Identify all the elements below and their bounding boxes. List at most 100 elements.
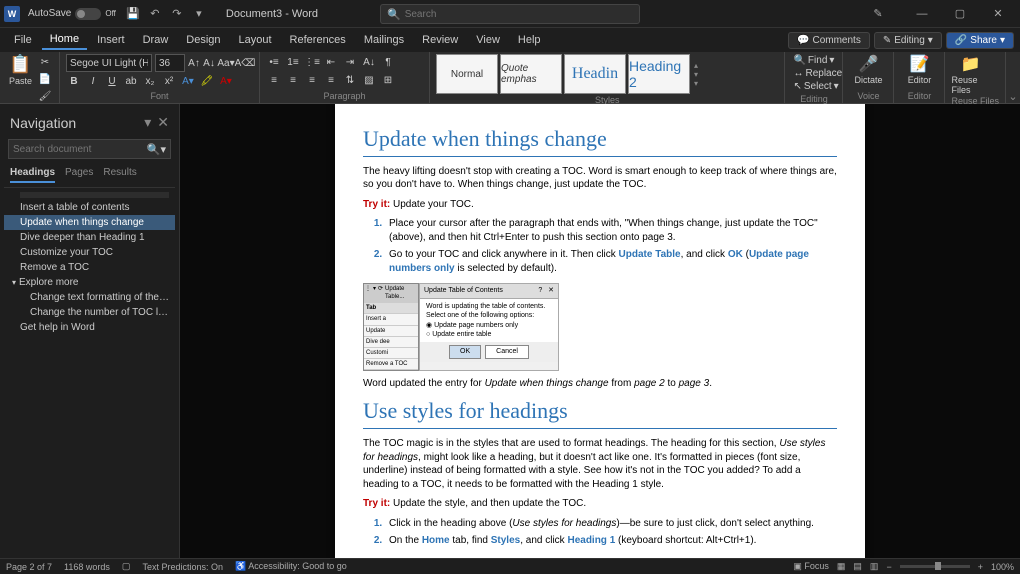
tab-file[interactable]: File [6,31,40,49]
heading[interactable]: Use styles for headings [363,396,837,429]
numbering-icon[interactable]: 1≡ [285,54,301,70]
nav-item[interactable]: Customize your TOC [4,245,175,260]
undo-icon[interactable]: ↶ [148,7,162,21]
paragraph[interactable]: The heavy lifting doesn't stop with crea… [363,165,837,192]
text-effects-icon[interactable]: A▾ [180,73,196,89]
style-normal[interactable]: Normal [436,54,498,94]
list-item[interactable]: Go to your TOC and click anywhere in it.… [385,248,837,275]
align-center-icon[interactable]: ≡ [285,72,301,88]
document-area[interactable]: Update when things change The heavy lift… [180,104,1020,558]
highlight-icon[interactable]: 🖍 [199,73,215,89]
minimize-button[interactable]: — [904,1,940,27]
nav-close-icon[interactable]: ✕ [157,114,169,131]
dictate-button[interactable]: 🎤Dictate [849,54,887,85]
nav-item[interactable] [20,192,169,198]
styles-gallery[interactable]: Normal Quote emphas Headin Heading 2 ▴ ▾… [436,54,778,94]
borders-icon[interactable]: ⊞ [380,72,396,88]
heading[interactable]: Update when things change [363,124,837,157]
superscript-icon[interactable]: x² [161,73,177,89]
nav-item[interactable]: Change the number of TOC levels [4,305,175,320]
reuse-button[interactable]: 📁Reuse Files [951,54,989,95]
outdent-icon[interactable]: ⇤ [323,54,339,70]
nav-item[interactable]: Update when things change [4,215,175,230]
text-predictions[interactable]: Text Predictions: On [142,562,223,572]
tab-references[interactable]: References [282,31,354,49]
align-left-icon[interactable]: ≡ [266,72,282,88]
replace-button[interactable]: ↔Replace [791,67,836,80]
search-input[interactable] [405,9,633,20]
focus-mode[interactable]: ▣ Focus [793,561,829,572]
change-case-icon[interactable]: Aa▾ [218,55,234,71]
nav-tab-headings[interactable]: Headings [10,167,55,183]
show-marks-icon[interactable]: ¶ [380,54,396,70]
tab-view[interactable]: View [468,31,508,49]
touch-mode-icon[interactable]: ✎ [860,1,896,27]
sort-icon[interactable]: A↓ [361,54,377,70]
tab-design[interactable]: Design [178,31,228,49]
tab-review[interactable]: Review [414,31,466,49]
close-button[interactable]: ✕ [980,1,1016,27]
select-button[interactable]: ↖Select▾ [791,80,836,93]
tab-mailings[interactable]: Mailings [356,31,412,49]
zoom-out-icon[interactable]: − [886,562,891,572]
multilevel-icon[interactable]: ⋮≡ [304,54,320,70]
italic-icon[interactable]: I [85,73,101,89]
zoom-level[interactable]: 100% [991,562,1014,572]
line-spacing-icon[interactable]: ⇅ [342,72,358,88]
nav-item[interactable]: Remove a TOC [4,260,175,275]
tab-layout[interactable]: Layout [231,31,280,49]
language-icon[interactable]: ▢ [122,561,131,572]
comments-button[interactable]: 💬 Comments [788,32,870,49]
nav-tab-results[interactable]: Results [103,167,136,183]
view-print-icon[interactable]: ▤ [853,561,862,572]
editing-button[interactable]: ✎ Editing ▾ [874,32,942,49]
paste-button[interactable]: 📋Paste [6,54,35,104]
style-heading1[interactable]: Headin [564,54,626,94]
style-heading2[interactable]: Heading 2 [628,54,690,94]
tab-insert[interactable]: Insert [89,31,133,49]
indent-icon[interactable]: ⇥ [342,54,358,70]
autosave-toggle[interactable]: AutoSave Off [28,8,116,20]
bullets-icon[interactable]: •≡ [266,54,282,70]
maximize-button[interactable]: ▢ [942,1,978,27]
align-right-icon[interactable]: ≡ [304,72,320,88]
nav-item[interactable]: Change text formatting of the TO... [4,290,175,305]
share-button[interactable]: 🔗 Share ▾ [946,32,1014,49]
styles-more-icon[interactable]: ▾ [694,79,698,88]
nav-dropdown-icon[interactable]: ▾ [144,114,151,131]
styles-up-icon[interactable]: ▴ [694,61,698,70]
tab-help[interactable]: Help [510,31,549,49]
grow-font-icon[interactable]: A↑ [188,55,200,71]
tab-draw[interactable]: Draw [135,31,177,49]
subscript-icon[interactable]: x₂ [142,73,158,89]
strike-icon[interactable]: ab [123,73,139,89]
page[interactable]: Update when things change The heavy lift… [335,104,865,558]
zoom-in-icon[interactable]: + [978,562,983,572]
copy-icon[interactable]: 📄 [37,71,53,87]
shrink-font-icon[interactable]: A↓ [203,55,215,71]
size-select[interactable] [155,54,185,72]
accessibility[interactable]: ♿ Accessibility: Good to go [235,561,347,572]
nav-search-input[interactable] [13,144,147,155]
justify-icon[interactable]: ≡ [323,72,339,88]
tab-home[interactable]: Home [42,30,87,50]
find-button[interactable]: 🔍Find▾ [791,54,836,67]
view-read-icon[interactable]: ▦ [837,561,846,572]
nav-tab-pages[interactable]: Pages [65,167,93,183]
nav-item[interactable]: Get help in Word [4,320,175,335]
nav-search[interactable]: 🔍▾ [8,139,171,159]
save-icon[interactable]: 💾 [126,7,140,21]
editor-button[interactable]: 📝Editor [900,54,938,85]
nav-item[interactable]: Explore more [4,275,175,290]
font-select[interactable] [66,54,152,72]
word-count[interactable]: 1168 words [64,562,110,572]
style-quote[interactable]: Quote emphas [500,54,562,94]
zoom-slider[interactable] [900,565,970,568]
qa-more-icon[interactable]: ▾ [192,7,206,21]
shading-icon[interactable]: ▨ [361,72,377,88]
view-web-icon[interactable]: ▥ [870,561,879,572]
clear-format-icon[interactable]: A⌫ [237,55,253,71]
font-color-icon[interactable]: A▾ [218,73,234,89]
list-item[interactable]: Place your cursor after the paragraph th… [385,217,837,244]
styles-down-icon[interactable]: ▾ [694,70,698,79]
